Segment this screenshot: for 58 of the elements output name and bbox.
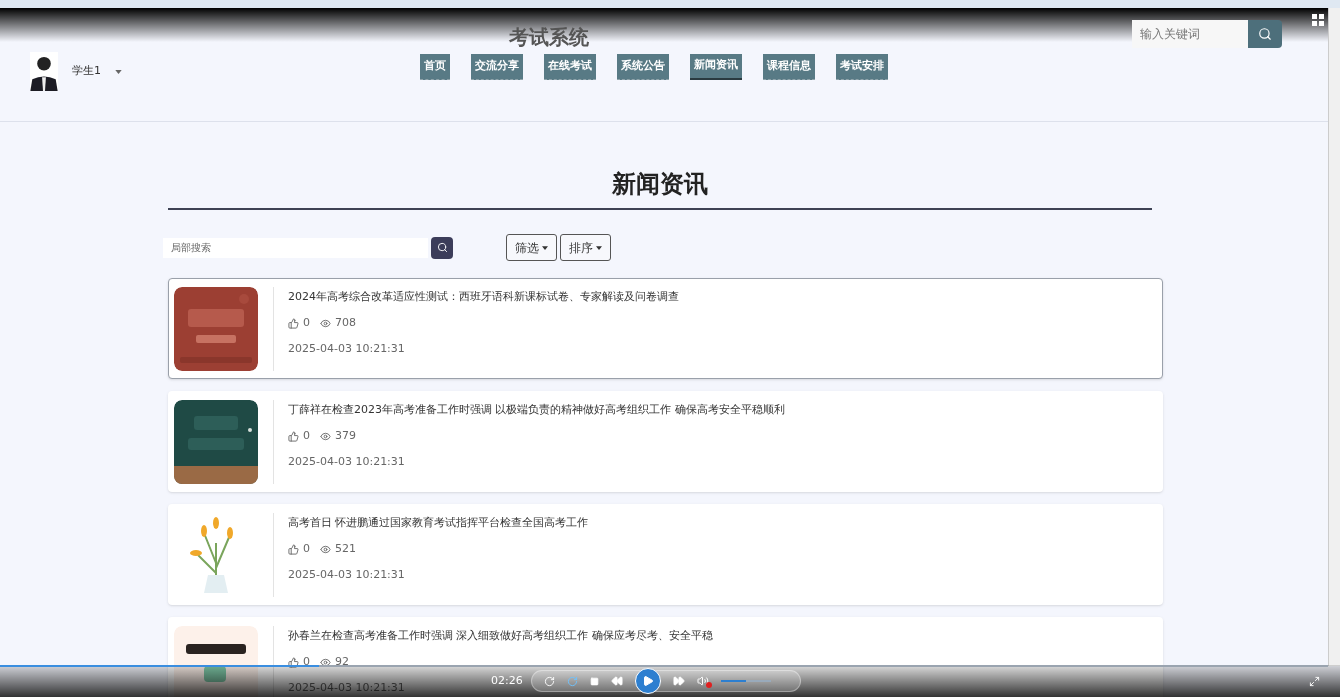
news-card[interactable]: 2024年高考综合改革适应性测试：西班牙语科新课标试卷、专家解读及问卷调查 0 708 2025-04-03 10:21:31 [168, 278, 1163, 379]
fast-forward-icon[interactable] [672, 675, 685, 687]
search-icon [436, 242, 448, 253]
news-date: 2025-04-03 10:21:31 [288, 453, 405, 470]
dropdown-button[interactable]: 排序 [560, 234, 611, 261]
search-button[interactable] [431, 236, 453, 259]
like-count: 0 [303, 427, 310, 444]
avatar[interactable] [30, 52, 58, 91]
like-count: 0 [303, 540, 310, 557]
nav-tab[interactable]: 交流分享 [471, 53, 523, 80]
site-title: 考试系统 [509, 24, 589, 51]
thumbs-up-icon[interactable] [288, 543, 299, 555]
news-date: 2025-04-03 10:21:31 [288, 340, 405, 357]
news-title[interactable]: 丁薛祥在检查2023年高考准备工作时强调 以极端负责的精神做好高考组织工作 确保高考安全平稳顺利 [288, 402, 785, 419]
time-label: 02:26 [491, 672, 523, 689]
news-card[interactable]: 丁薛祥在检查2023年高考准备工作时强调 以极端负责的精神做好高考组织工作 确保高考安全平稳顺利 0 379 2025-04-03 10:21:31 [168, 391, 1163, 492]
search-field[interactable]: 输入关键词 [1132, 20, 1248, 48]
caret-icon [542, 245, 548, 250]
news-title[interactable]: 2024年高考综合改革适应性测试：西班牙语科新课标试卷、专家解读及问卷调查 [288, 289, 679, 306]
volume-slider[interactable] [720, 677, 771, 685]
view-count: 92 [335, 653, 349, 670]
news-card[interactable]: 高考首日 怀进鹏通过国家教育考试指挥平台检查全国高考工作 0 521 2025-04-03 10:21:31 [168, 504, 1163, 605]
eye-icon [320, 656, 331, 668]
news-date: 2025-04-03 10:21:31 [288, 566, 405, 583]
thumbs-up-icon[interactable] [288, 656, 299, 668]
view-count: 521 [335, 540, 356, 557]
caret-icon[interactable] [115, 69, 122, 74]
view-count: 379 [335, 427, 356, 444]
user-name[interactable]: 学生1 [72, 63, 101, 80]
rewind-icon[interactable] [610, 675, 623, 687]
scrollbar[interactable] [1328, 8, 1340, 666]
dropdown-button[interactable]: 筛选 [506, 234, 557, 261]
replay-icon[interactable] [543, 675, 555, 687]
nav-tab[interactable]: 课程信息 [763, 53, 815, 80]
thumbs-up-icon[interactable] [288, 430, 299, 442]
like-count: 0 [303, 653, 310, 670]
volume-icon[interactable] [696, 675, 709, 687]
view-count: 708 [335, 314, 356, 331]
play-icon [641, 675, 654, 687]
stop-icon[interactable] [589, 676, 599, 686]
layout-icon[interactable] [1312, 14, 1324, 26]
nav-tab[interactable]: 考试安排 [836, 53, 888, 80]
search-field[interactable]: 局部搜索 [163, 237, 428, 258]
nav-tab[interactable]: 在线考试 [544, 53, 596, 80]
news-title[interactable]: 孙春兰在检查高考准备工作时强调 深入细致做好高考组织工作 确保应考尽考、安全平稳 [288, 628, 713, 645]
eye-icon [320, 317, 331, 329]
thumbs-up-icon[interactable] [288, 317, 299, 329]
like-count: 0 [303, 314, 310, 331]
nav-tab[interactable]: 系统公告 [617, 53, 669, 80]
nav-tab[interactable]: 新闻资讯 [690, 53, 742, 80]
news-title[interactable]: 高考首日 怀进鹏通过国家教育考试指挥平台检查全国高考工作 [288, 515, 589, 532]
eye-icon [320, 430, 331, 442]
search-icon [1258, 27, 1272, 41]
fullscreen-icon[interactable] [1309, 675, 1320, 687]
page-title: 新闻资讯 [612, 169, 708, 200]
nav-tab[interactable]: 首页 [420, 53, 450, 80]
eye-icon [320, 543, 331, 555]
caret-icon [596, 245, 602, 250]
